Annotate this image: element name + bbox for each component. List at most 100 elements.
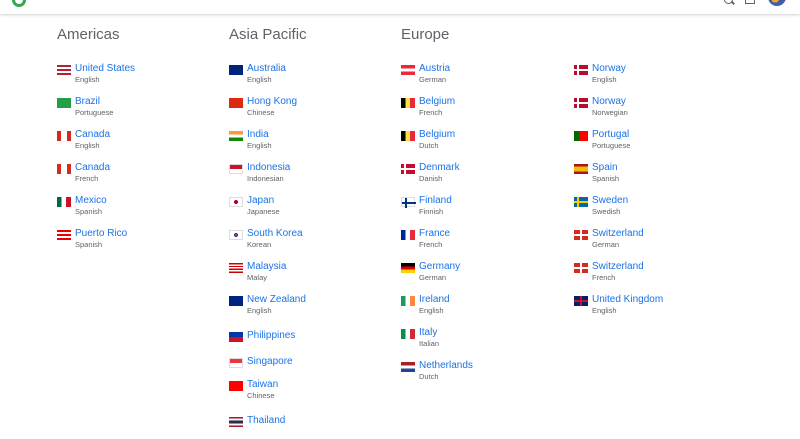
account-avatar[interactable] bbox=[768, 0, 786, 6]
flag-se-icon bbox=[574, 197, 588, 207]
region-heading-asia-pacific: Asia Pacific bbox=[229, 26, 307, 43]
language-label: German bbox=[419, 273, 447, 282]
language-label: French bbox=[419, 108, 443, 117]
country-name[interactable]: Philippines bbox=[247, 330, 295, 342]
region-heading-europe: Europe bbox=[401, 26, 450, 43]
language-label: English bbox=[247, 306, 272, 315]
flag-be-icon bbox=[401, 131, 415, 141]
language-label: Italian bbox=[419, 339, 440, 348]
language-label: English bbox=[247, 75, 272, 84]
google-logo-icon[interactable] bbox=[12, 0, 26, 7]
country-name[interactable]: Thailand bbox=[247, 415, 285, 427]
language-label: German bbox=[419, 75, 447, 84]
country-name[interactable]: Hong Kong bbox=[247, 96, 297, 108]
flag-it-icon bbox=[401, 329, 415, 339]
language-label: Dutch bbox=[419, 141, 439, 150]
country-name[interactable]: United States bbox=[75, 63, 135, 75]
country-name[interactable]: Singapore bbox=[247, 356, 293, 368]
flag-dk-icon bbox=[401, 164, 415, 174]
country-name[interactable]: Italy bbox=[419, 327, 437, 339]
flag-hk-icon bbox=[229, 98, 243, 108]
flag-kr-icon bbox=[229, 230, 243, 240]
flag-th-icon bbox=[229, 417, 243, 427]
flag-no-icon bbox=[574, 65, 588, 75]
flag-ph-icon bbox=[229, 332, 243, 342]
country-name[interactable]: Puerto Rico bbox=[75, 228, 127, 240]
language-label: Spanish bbox=[75, 240, 103, 249]
country-name[interactable]: Switzerland bbox=[592, 261, 644, 273]
flag-es-icon bbox=[574, 164, 588, 174]
flag-ch-icon bbox=[574, 263, 588, 273]
language-label: English bbox=[592, 75, 617, 84]
country-name[interactable]: Netherlands bbox=[419, 360, 473, 372]
country-name[interactable]: Japan bbox=[247, 195, 274, 207]
language-label: Malay bbox=[247, 273, 268, 282]
language-label: Japanese bbox=[247, 207, 280, 216]
flag-jp-icon bbox=[229, 197, 243, 207]
country-name[interactable]: Canada bbox=[75, 162, 110, 174]
country-name[interactable]: Taiwan bbox=[247, 379, 278, 391]
language-label: Korean bbox=[247, 240, 272, 249]
country-name[interactable]: Malaysia bbox=[247, 261, 286, 273]
language-label: Indonesian bbox=[247, 174, 284, 183]
language-label: English bbox=[75, 75, 100, 84]
flag-id-icon bbox=[229, 164, 243, 174]
flag-tw-icon bbox=[229, 381, 243, 391]
flag-fi-icon bbox=[401, 197, 416, 208]
country-name[interactable]: Canada bbox=[75, 129, 110, 141]
country-name[interactable]: South Korea bbox=[247, 228, 303, 240]
flag-ch-icon bbox=[574, 230, 588, 240]
country-name[interactable]: Finland bbox=[419, 195, 452, 207]
country-name[interactable]: Mexico bbox=[75, 195, 107, 207]
language-label: Chinese bbox=[247, 108, 275, 117]
flag-au-icon bbox=[229, 65, 243, 75]
country-name[interactable]: Austria bbox=[419, 63, 450, 75]
language-label: French bbox=[419, 240, 443, 249]
flag-fr-icon bbox=[401, 230, 415, 240]
flag-be-icon bbox=[401, 98, 415, 108]
flag-ie-icon bbox=[401, 296, 415, 306]
flag-my-icon bbox=[229, 263, 243, 273]
flag-de-icon bbox=[401, 263, 415, 273]
language-label: English bbox=[592, 306, 617, 315]
flag-pt-icon bbox=[574, 131, 588, 141]
language-label: English bbox=[247, 141, 272, 150]
country-name[interactable]: Denmark bbox=[419, 162, 460, 174]
flag-nz-icon bbox=[229, 296, 243, 306]
country-name[interactable]: France bbox=[419, 228, 450, 240]
language-label: German bbox=[592, 240, 620, 249]
cart-icon[interactable] bbox=[745, 0, 755, 4]
language-label: Spanish bbox=[592, 174, 620, 183]
search-icon[interactable] bbox=[724, 0, 733, 4]
flag-no-icon bbox=[574, 98, 588, 108]
country-name[interactable]: Portugal bbox=[592, 129, 629, 141]
country-name[interactable]: Indonesia bbox=[247, 162, 290, 174]
country-name[interactable]: Ireland bbox=[419, 294, 450, 306]
country-name[interactable]: Belgium bbox=[419, 96, 455, 108]
country-name[interactable]: New Zealand bbox=[247, 294, 306, 306]
country-name[interactable]: Belgium bbox=[419, 129, 455, 141]
flag-at-icon bbox=[401, 65, 415, 75]
flag-br-icon bbox=[57, 98, 71, 108]
language-label: English bbox=[419, 306, 444, 315]
language-label: Portuguese bbox=[75, 108, 114, 117]
country-name[interactable]: Norway bbox=[592, 63, 626, 75]
flag-ca-icon bbox=[57, 131, 71, 141]
language-label: French bbox=[75, 174, 99, 183]
country-name[interactable]: Spain bbox=[592, 162, 618, 174]
country-name[interactable]: Germany bbox=[419, 261, 460, 273]
language-label: French bbox=[592, 273, 616, 282]
country-name[interactable]: Australia bbox=[247, 63, 286, 75]
language-label: English bbox=[75, 141, 100, 150]
flag-in-icon bbox=[229, 131, 243, 141]
country-name[interactable]: India bbox=[247, 129, 269, 141]
country-name[interactable]: Sweden bbox=[592, 195, 628, 207]
language-label: Chinese bbox=[247, 391, 275, 400]
language-label: Dutch bbox=[419, 372, 439, 381]
language-label: Danish bbox=[419, 174, 443, 183]
country-name[interactable]: Norway bbox=[592, 96, 626, 108]
country-name[interactable]: Brazil bbox=[75, 96, 100, 108]
language-label: Spanish bbox=[75, 207, 103, 216]
country-name[interactable]: United Kingdom bbox=[592, 294, 663, 306]
country-name[interactable]: Switzerland bbox=[592, 228, 644, 240]
